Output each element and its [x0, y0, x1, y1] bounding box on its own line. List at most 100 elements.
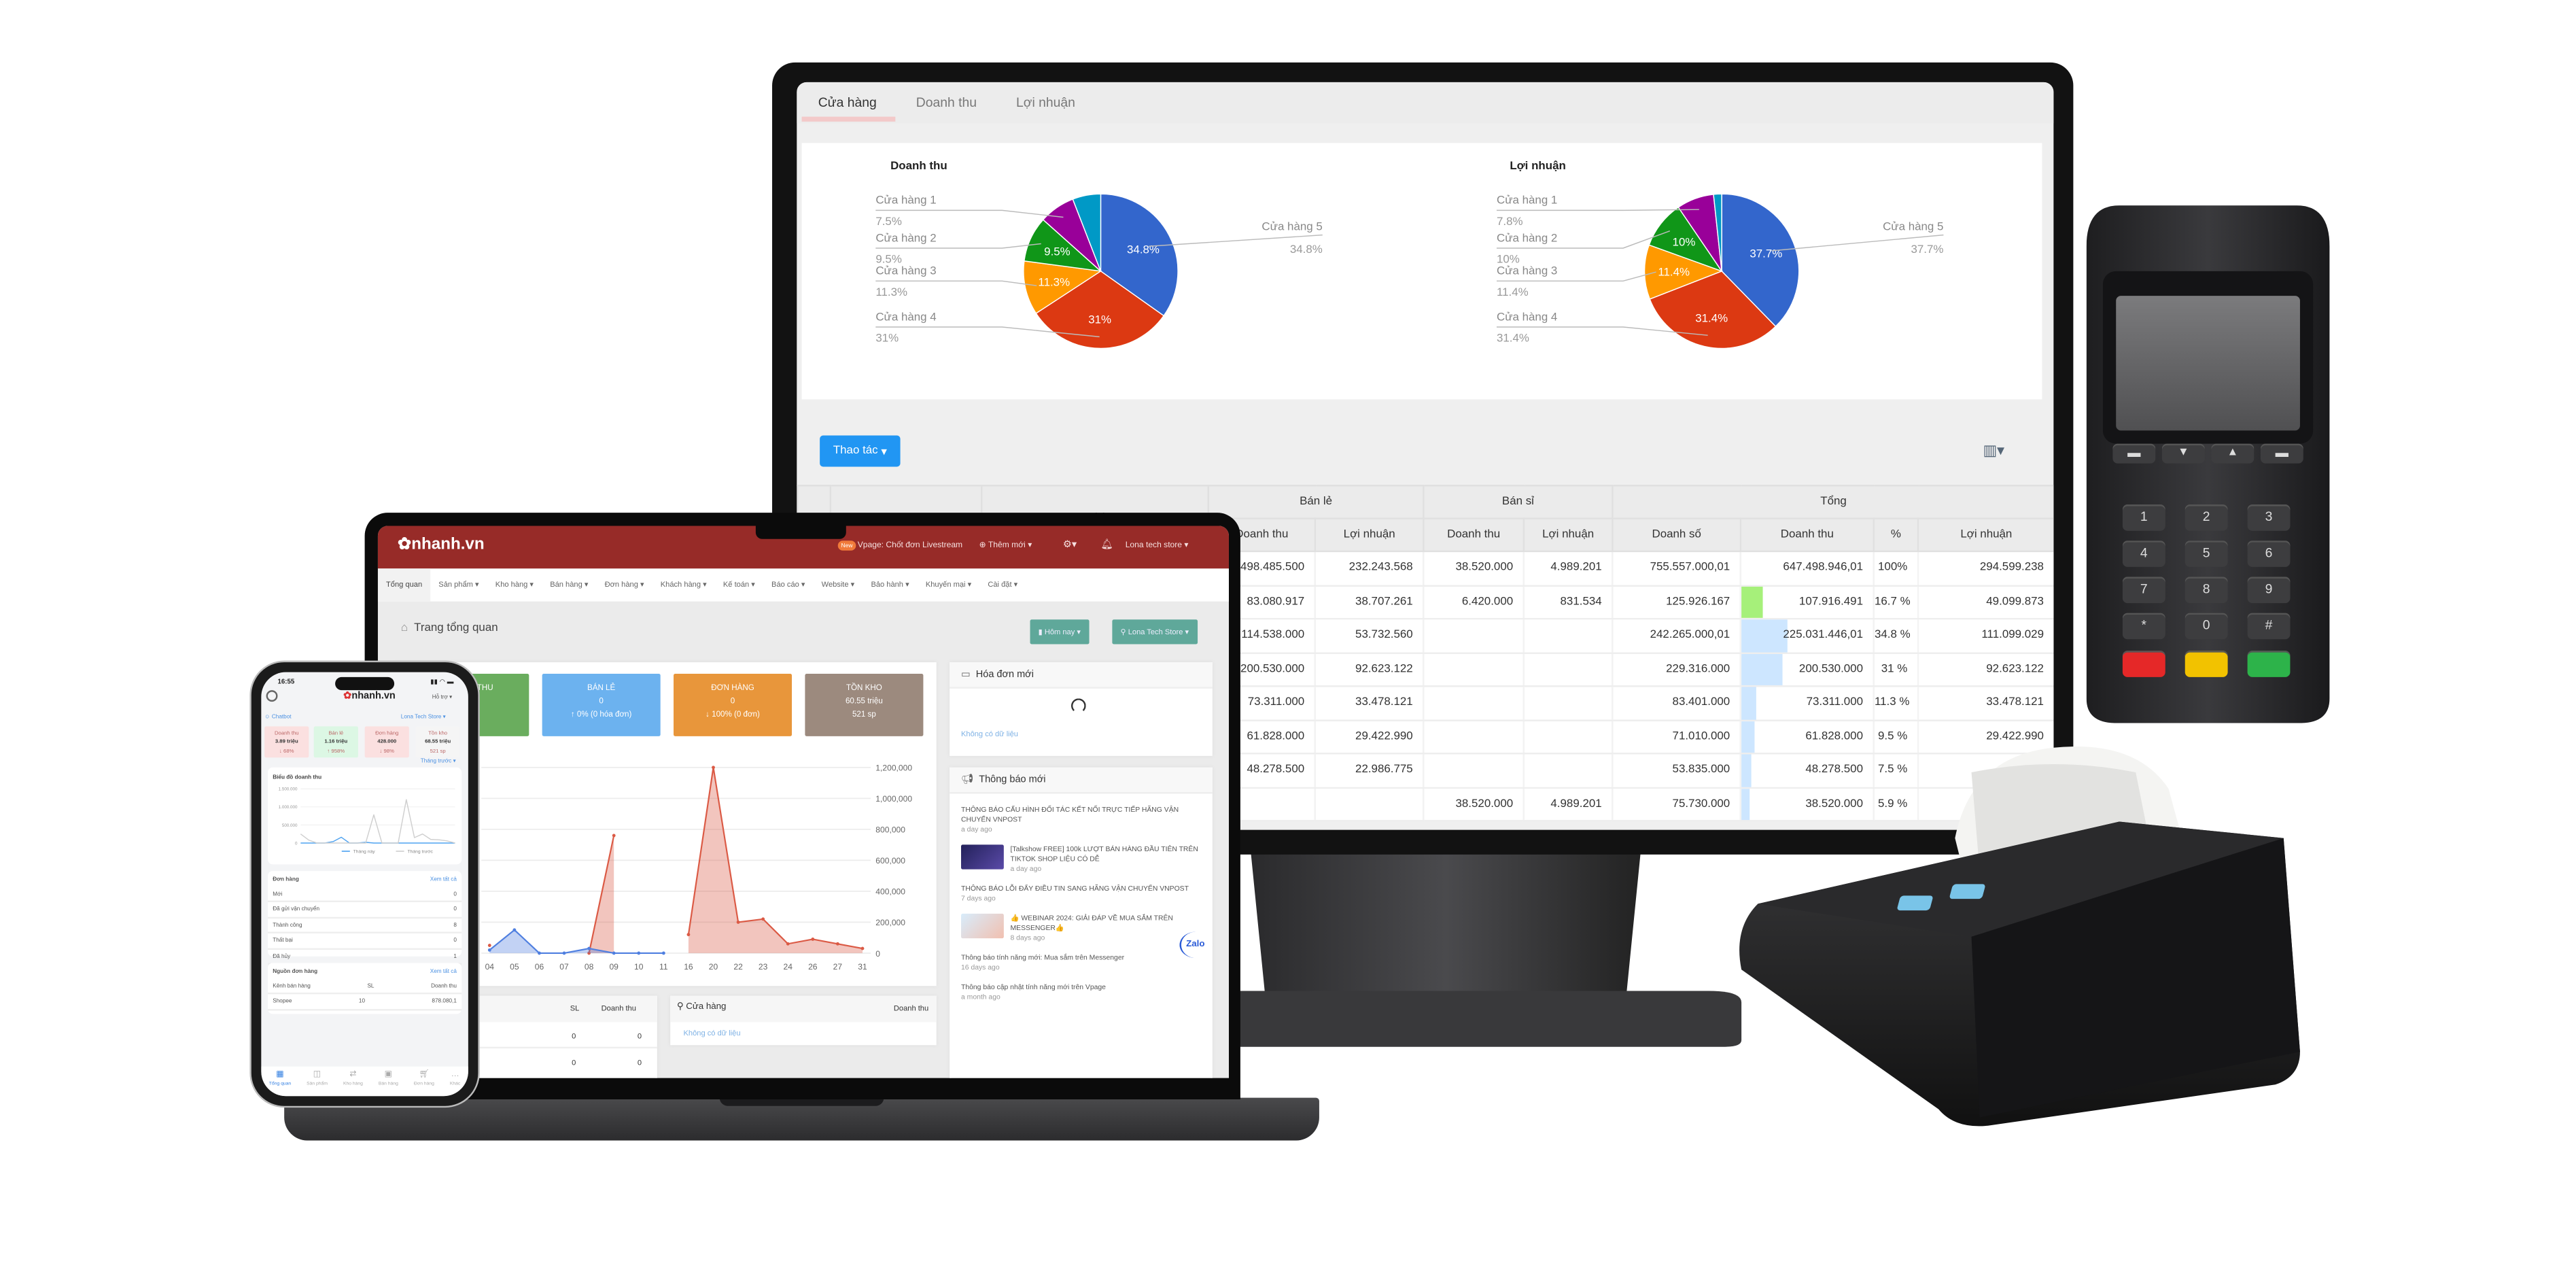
order-status-row[interactable]: Đã gửi vận chuyển 0 — [267, 902, 462, 918]
phone-stat-card[interactable]: Bán lẻ 1.16 triệu ↑ 958% — [313, 726, 358, 758]
view-all-link[interactable]: Xem tất cả — [430, 876, 457, 882]
cell-value: 33.478.121 — [1986, 697, 2044, 709]
data-point[interactable] — [736, 920, 740, 924]
nav-item[interactable]: Kho hàng ▾ — [487, 568, 542, 601]
store-select[interactable]: Lona Tech Store ▾ — [401, 713, 446, 720]
stat-card[interactable]: TỒN KHO 60.55 triệu 521 sp — [805, 674, 924, 736]
keypad-key[interactable]: 1 — [2122, 504, 2165, 531]
keypad-key[interactable]: 4 — [2122, 540, 2165, 567]
data-point[interactable] — [686, 933, 691, 937]
nhanh-logo[interactable]: ✿nhanh.vn — [398, 536, 485, 554]
pos-cancel-button[interactable] — [2122, 651, 2165, 677]
support-menu[interactable]: Hỗ trợ ▾ — [432, 693, 453, 700]
order-status-row[interactable]: Đã hủy 1 — [267, 949, 462, 965]
cell-value: 107.916.491 — [1798, 596, 1864, 608]
avatar-icon[interactable] — [266, 690, 278, 702]
nav-item[interactable]: Bán hàng ▾ — [542, 568, 596, 601]
data-point[interactable] — [712, 766, 715, 770]
data-point[interactable] — [661, 951, 665, 955]
bottom-nav-item[interactable]: ▦ Tổng quan — [269, 1070, 291, 1097]
pos-down-button[interactable]: ▼ — [2161, 443, 2205, 464]
keypad-key[interactable]: 8 — [2185, 577, 2228, 604]
order-status-row[interactable]: Mới 0 — [267, 887, 462, 902]
data-point[interactable] — [612, 951, 616, 955]
bottom-nav-item[interactable]: ▣ Bán hàng — [379, 1070, 398, 1097]
nav-item[interactable]: Đơn hàng ▾ — [597, 568, 652, 601]
actions-label: Thao tác — [833, 445, 878, 457]
pos-enter-button[interactable] — [2247, 651, 2291, 677]
keypad-key[interactable]: 7 — [2122, 577, 2165, 604]
zalo-chat-button[interactable]: Zalo — [1179, 931, 1213, 959]
news-item[interactable]: [Talkshow FREE] 100k LƯỢT BÁN HÀNG ĐẦU T… — [950, 840, 1213, 879]
nav-item[interactable]: Khuyến mại ▾ — [918, 568, 980, 601]
bell-icon[interactable]: 🔔︎ — [1100, 539, 1113, 551]
nav-item[interactable]: Khách hàng ▾ — [652, 568, 715, 601]
columns-icon[interactable]: ▥▾ — [1983, 442, 2004, 460]
view-all-link[interactable]: Xem tất cả — [430, 967, 457, 974]
data-point[interactable] — [860, 946, 865, 950]
cell-value: 71.010.000 — [1672, 731, 1730, 742]
stat-card[interactable]: ĐƠN HÀNG 0 ↓ 100% (0 đơn) — [674, 674, 793, 736]
data-point[interactable] — [512, 928, 517, 932]
data-point[interactable] — [538, 951, 541, 955]
data-point[interactable] — [562, 951, 566, 955]
nav-item[interactable]: Cài đặt ▾ — [979, 568, 1026, 601]
tab-doanh-thu[interactable]: Doanh thu — [894, 82, 994, 123]
news-item[interactable]: THÔNG BÁO LỖI ĐẨY ĐIỀU TIN SANG HÃNG VẬN… — [950, 879, 1213, 909]
nav-item[interactable]: Sản phẩm ▾ — [430, 568, 487, 601]
keypad-key[interactable]: 3 — [2247, 504, 2291, 531]
nav-item[interactable]: Báo cáo ▾ — [763, 568, 814, 601]
keypad-key[interactable]: 0 — [2185, 613, 2228, 640]
pos-menu-left-button[interactable]: ▬ — [2112, 443, 2156, 464]
tab-cua-hang[interactable]: Cửa hàng — [797, 82, 894, 123]
phone-stat-card[interactable]: Đơn hàng 428.000 ↓ 98% — [364, 726, 409, 758]
keypad-key[interactable]: 9 — [2247, 577, 2291, 604]
data-point[interactable] — [587, 946, 591, 950]
data-point[interactable] — [612, 834, 616, 838]
bottom-nav-item[interactable]: ◫ Sản phẩm — [307, 1070, 328, 1097]
news-item[interactable]: Thông báo cập nhật tính năng mới trên Vp… — [950, 978, 1213, 1008]
bottom-nav-item[interactable]: 🛒︎ Đơn hàng — [414, 1070, 434, 1097]
news-title: Thông báo tính năng mới: Mua sắm trên Me… — [961, 953, 1125, 962]
stat-value: 1.16 triệu — [324, 738, 348, 744]
keypad-key[interactable]: # — [2247, 613, 2291, 640]
nav-item[interactable]: Website ▾ — [814, 568, 863, 601]
data-point[interactable] — [487, 944, 491, 947]
actions-button[interactable]: Thao tác ▾ — [820, 435, 901, 467]
pos-clear-button[interactable] — [2185, 651, 2228, 677]
data-point[interactable] — [637, 951, 641, 955]
news-item[interactable]: 👍 WEBINAR 2024: GIẢI ĐÁP VỀ MUA SẮM TRÊN… — [950, 909, 1213, 948]
settings-gear-icon[interactable]: ⚙▾ — [1063, 539, 1077, 551]
vpage-link[interactable]: Vpage: Chốt đơn Livestream — [858, 540, 962, 551]
stat-card[interactable]: BÁN LẺ 0 ↑ 0% (0 hóa đơn) — [542, 674, 661, 736]
news-item[interactable]: Thông báo tính năng mới: Mua sắm trên Me… — [950, 948, 1213, 978]
bottom-nav-item[interactable]: ⇄ Kho hàng — [343, 1070, 363, 1097]
data-point[interactable] — [487, 948, 491, 952]
order-status-row[interactable]: Thành công 8 — [267, 918, 462, 933]
add-new-menu[interactable]: ⊕ Thêm mới ▾ — [979, 540, 1032, 551]
data-point[interactable] — [835, 942, 839, 946]
keypad-key[interactable]: 2 — [2185, 504, 2228, 531]
keypad-key[interactable]: 5 — [2185, 540, 2228, 567]
phone-stat-card[interactable]: Tồn kho 68.55 triệu 521 sp — [415, 726, 460, 758]
nav-item[interactable]: Tổng quan — [377, 568, 431, 602]
bottom-nav-item[interactable]: … Khác — [450, 1070, 460, 1097]
news-item[interactable]: THÔNG BÁO CẤU HÌNH ĐỐI TÁC KẾT NỐI TRỰC … — [950, 800, 1213, 840]
nav-item[interactable]: Kế toán ▾ — [715, 568, 763, 601]
period-select[interactable]: Tháng trước ▾ — [421, 757, 456, 764]
keypad-key[interactable]: 6 — [2247, 540, 2291, 567]
chatbot-link[interactable]: ☺ Chatbot — [264, 713, 291, 720]
order-status-row[interactable]: Thất bại 0 — [267, 933, 462, 949]
data-point[interactable] — [786, 942, 790, 946]
phone-stat-card[interactable]: Doanh thu 3.89 triệu ↓ 68% — [264, 726, 309, 758]
tab-loi-nhuan[interactable]: Lợi nhuận — [995, 82, 1094, 123]
store-filter[interactable]: ⚲ Lona Tech Store ▾ — [1112, 619, 1198, 645]
data-point[interactable] — [761, 917, 765, 921]
account-menu[interactable]: Lona tech store ▾ — [1126, 540, 1189, 551]
pos-up-button[interactable]: ▲ — [2211, 443, 2255, 464]
data-point[interactable] — [811, 938, 815, 941]
date-filter[interactable]: ▮ Hôm nay ▾ — [1030, 619, 1090, 645]
nav-item[interactable]: Bảo hành ▾ — [863, 568, 917, 601]
pos-menu-right-button[interactable]: ▬ — [2260, 443, 2303, 464]
keypad-key[interactable]: * — [2122, 613, 2165, 640]
